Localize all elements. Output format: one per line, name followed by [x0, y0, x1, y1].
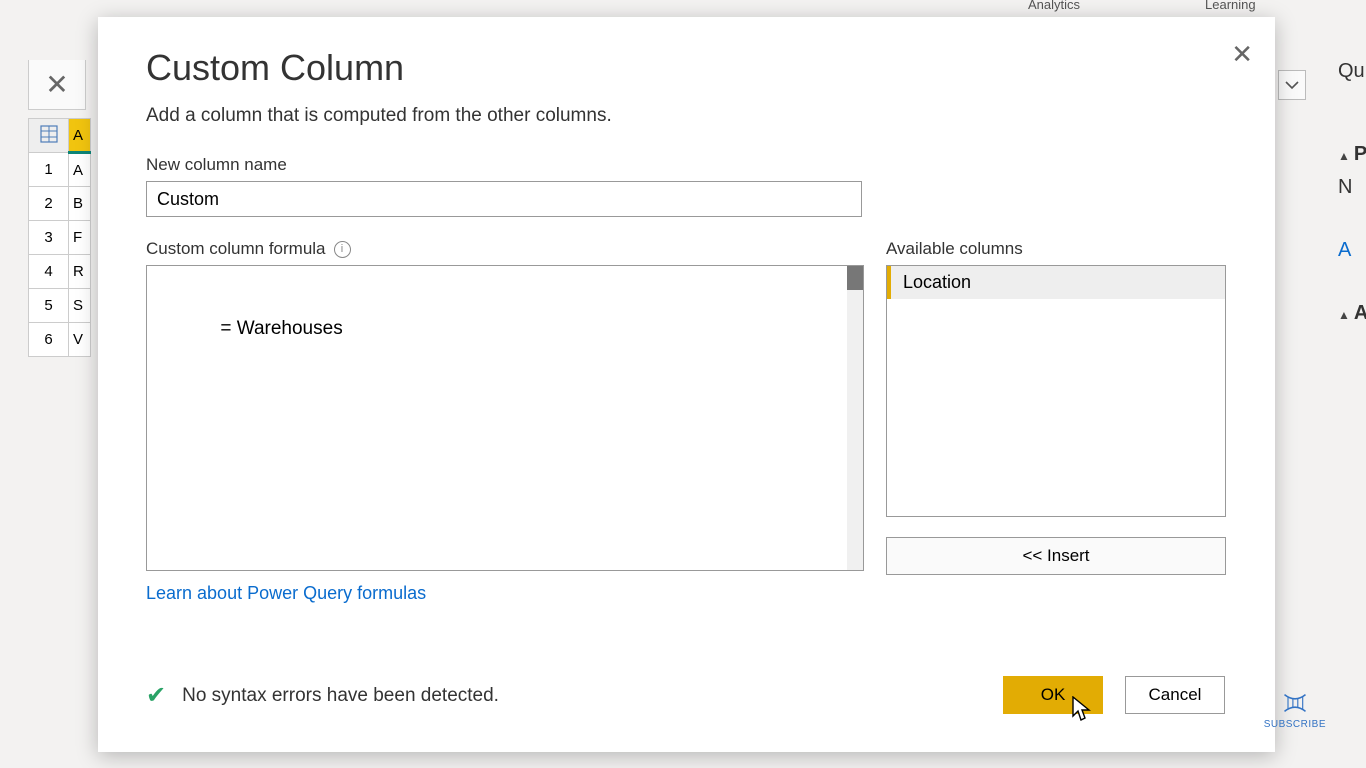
- table-icon: [40, 125, 58, 143]
- applied-steps-section[interactable]: ▲A: [1338, 302, 1366, 325]
- new-column-name-label: New column name: [146, 155, 1227, 175]
- dialog-subtitle: Add a column that is computed from the o…: [146, 105, 1227, 127]
- ribbon-group-analytics: Analytics: [1028, 0, 1080, 12]
- properties-section[interactable]: ▲P: [1338, 143, 1366, 166]
- table-row[interactable]: 1A: [29, 153, 91, 187]
- info-icon[interactable]: i: [334, 241, 351, 258]
- queries-panel-title: Qu: [1338, 60, 1366, 83]
- table-row[interactable]: 5S: [29, 289, 91, 323]
- status-text: No syntax errors have been detected.: [182, 685, 499, 707]
- formula-input[interactable]: = Warehouses: [146, 265, 864, 571]
- ok-button[interactable]: OK: [1003, 676, 1103, 714]
- right-panel: Qu ▲P N A ▲A: [1338, 60, 1366, 335]
- all-properties-link[interactable]: A: [1338, 239, 1366, 262]
- table-row[interactable]: 6V: [29, 323, 91, 357]
- formula-bar-expand[interactable]: [1278, 70, 1306, 100]
- table-row[interactable]: 4R: [29, 255, 91, 289]
- table-row[interactable]: 2B: [29, 187, 91, 221]
- custom-column-dialog: ✕ Custom Column Add a column that is com…: [98, 17, 1275, 752]
- new-column-name-input[interactable]: [146, 181, 862, 217]
- close-icon: ✕: [45, 68, 68, 101]
- dna-icon: [1281, 692, 1309, 714]
- app-window: Analytics Learning ✕ A 1A 2B 3F 4R 5S 6V: [0, 0, 1366, 768]
- column-header[interactable]: A: [69, 119, 91, 153]
- available-columns-list[interactable]: Location: [886, 265, 1226, 517]
- close-icon: ✕: [1231, 39, 1253, 69]
- learn-more-link[interactable]: Learn about Power Query formulas: [146, 583, 426, 604]
- background-data-table: A 1A 2B 3F 4R 5S 6V: [28, 118, 91, 357]
- chevron-down-icon: [1285, 80, 1299, 90]
- table-corner-cell[interactable]: [29, 119, 69, 153]
- dialog-title: Custom Column: [146, 47, 1227, 89]
- name-label: N: [1338, 176, 1366, 199]
- ribbon-group-learning: Learning: [1205, 0, 1256, 12]
- formula-text: = Warehouses: [220, 318, 342, 339]
- dialog-close-button[interactable]: ✕: [1231, 41, 1253, 67]
- table-row[interactable]: 3F: [29, 221, 91, 255]
- validation-status: ✔ No syntax errors have been detected.: [146, 681, 499, 710]
- available-column-item[interactable]: Location: [887, 266, 1225, 299]
- subscribe-label: SUBSCRIBE: [1264, 719, 1326, 730]
- subscribe-watermark: SUBSCRIBE: [1264, 692, 1326, 730]
- scrollbar[interactable]: [847, 266, 863, 570]
- scrollbar-thumb[interactable]: [847, 266, 863, 290]
- cancel-button[interactable]: Cancel: [1125, 676, 1225, 714]
- checkmark-icon: ✔: [146, 681, 166, 710]
- available-columns-label: Available columns: [886, 239, 1227, 259]
- insert-button[interactable]: << Insert: [886, 537, 1226, 575]
- formula-label: Custom column formula i: [146, 239, 864, 259]
- formula-bar-close[interactable]: ✕: [28, 60, 86, 110]
